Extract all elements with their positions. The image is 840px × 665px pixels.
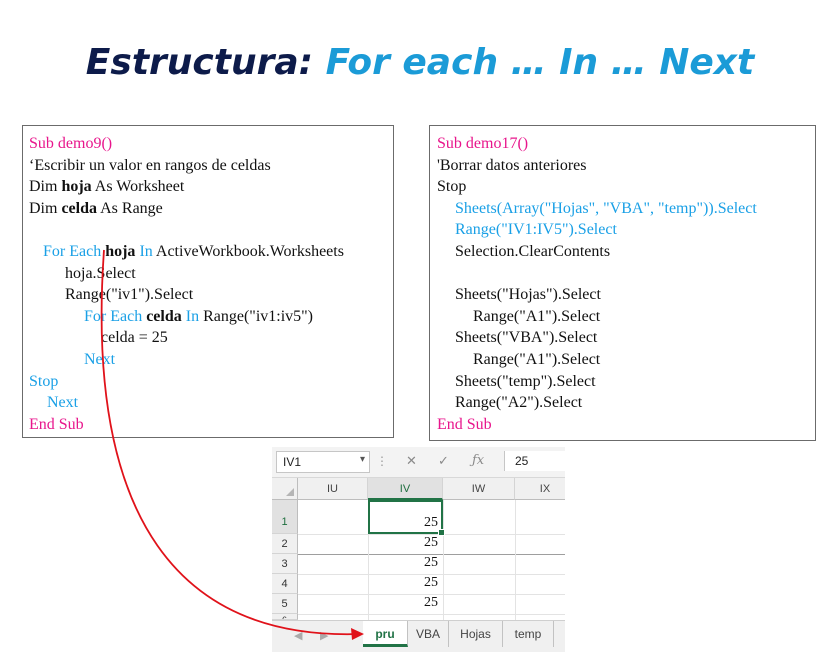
chevron-down-icon[interactable]: ▾	[360, 454, 365, 465]
code-line: For Each celda In Range("iv1:iv5")	[84, 307, 314, 325]
code-line: Range("IV1:IV5").Select	[455, 221, 617, 239]
row-header-5[interactable]: 5	[272, 594, 298, 614]
code-line: Next	[47, 394, 79, 412]
code-line: Sheets("Hojas").Select	[455, 286, 601, 304]
row-header-4[interactable]: 4	[272, 574, 298, 594]
code-line: Stop	[29, 372, 59, 390]
tab-vba[interactable]: VBA	[408, 621, 449, 647]
tab-pru[interactable]: pru	[363, 621, 408, 647]
code-line: Range("iv1").Select	[65, 286, 194, 304]
code-line: End Sub	[29, 415, 84, 433]
code-line: Next	[84, 350, 116, 368]
formula-bar: IV1 ▾ ⋮ ✕ ✓ ƒx 25	[272, 447, 565, 478]
excel-window: IV1 ▾ ⋮ ✕ ✓ ƒx 25 IU IV IW IX 1 2 3 4 5 …	[272, 447, 565, 652]
title-structure: Estructura:	[85, 42, 314, 83]
cancel-icon[interactable]: ✕	[406, 453, 417, 469]
formula-value: 25	[515, 454, 529, 468]
code-line: Sheets("VBA").Select	[455, 329, 598, 347]
code-line: Stop	[437, 178, 467, 196]
code-line: hoja.Select	[65, 264, 136, 282]
code-box-demo17: Sub demo17() 'Borrar datos anteriores St…	[429, 125, 816, 441]
formula-input[interactable]: 25	[504, 451, 565, 471]
code-line: Range("A2").Select	[455, 394, 583, 412]
scroll-right-icon[interactable]: ▶	[320, 629, 328, 642]
code-line: Sheets(Array("Hojas", "VBA", "temp")).Se…	[455, 199, 757, 217]
grid-line	[298, 614, 565, 615]
code-line: Dim hoja As Worksheet	[29, 178, 185, 196]
fx-icon[interactable]: ƒx	[472, 453, 484, 468]
cell-iv2[interactable]: 25	[368, 535, 438, 551]
grid-line	[515, 500, 516, 620]
sheet-tab-bar: ◀ ▶ pru VBA Hojas temp	[272, 620, 565, 652]
tab-hojas[interactable]: Hojas	[449, 621, 503, 647]
code-line: Dim celda As Range	[29, 199, 163, 217]
cell-iv4[interactable]: 25	[368, 575, 438, 591]
scroll-left-icon[interactable]: ◀	[294, 629, 302, 642]
code-line: Sub demo9()	[29, 135, 113, 152]
row-header-1[interactable]: 1	[272, 500, 298, 534]
code-line: Range("A1").Select	[473, 307, 601, 325]
code-line: 'Borrar datos anteriores	[437, 156, 587, 174]
more-icon: ⋮	[376, 454, 388, 468]
code-line: Selection.ClearContents	[455, 242, 611, 260]
row-header-3[interactable]: 3	[272, 554, 298, 574]
name-box-value: IV1	[283, 455, 302, 469]
cell-iv3[interactable]: 25	[368, 555, 438, 571]
code-line: For Each hoja In ActiveWorkbook.Workshee…	[43, 242, 344, 260]
name-box[interactable]: IV1 ▾	[276, 451, 370, 473]
code-line: ‘Escribir un valor en rangos de celdas	[29, 156, 271, 174]
tab-temp[interactable]: temp	[503, 621, 554, 647]
active-cell-border	[368, 500, 445, 536]
code-line: Range("A1").Select	[473, 350, 601, 368]
slide-title: Estructura: For each … In … Next	[0, 42, 840, 83]
code-line: End Sub	[437, 415, 492, 433]
column-header-ix[interactable]: IX	[515, 478, 565, 500]
title-for-each: For each … In … Next	[325, 42, 755, 83]
column-header-iv[interactable]: IV	[368, 478, 443, 500]
row-header-2[interactable]: 2	[272, 534, 298, 554]
enter-icon[interactable]: ✓	[438, 453, 449, 469]
column-header-iu[interactable]: IU	[298, 478, 368, 500]
code-line: Sheets("temp").Select	[455, 372, 596, 390]
column-header-iw[interactable]: IW	[443, 478, 515, 500]
code-line: celda = 25	[101, 329, 168, 347]
code-box-demo9: Sub demo9() ‘Escribir un valor en rangos…	[22, 125, 394, 438]
grid-line	[443, 500, 444, 620]
code-line: Sub demo17()	[437, 135, 529, 152]
select-all-corner[interactable]	[272, 478, 298, 500]
cell-iv5[interactable]: 25	[368, 595, 438, 611]
